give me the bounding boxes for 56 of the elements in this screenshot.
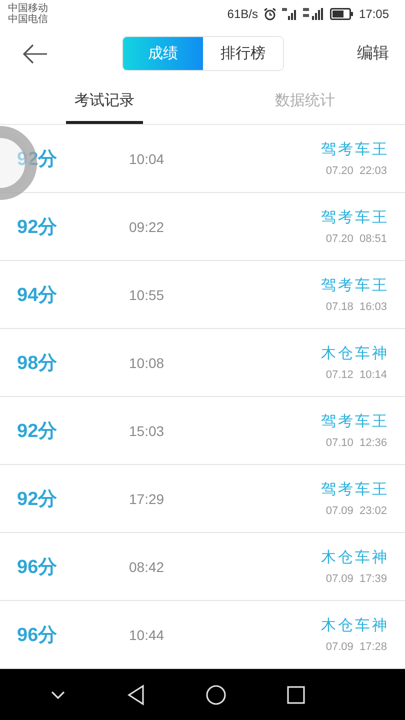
back-arrow-icon[interactable]: [22, 44, 48, 64]
exam-datetime: 07.18 16:03: [326, 301, 387, 314]
rank-title: 驾考车王: [321, 276, 389, 296]
duration: 17:29: [129, 490, 164, 507]
record-row[interactable]: 92分 17:29 驾考车王 07.09 23:02: [0, 465, 405, 534]
carrier-name: 中国电信: [8, 14, 48, 25]
record-row[interactable]: 96分 08:42 木仓车神 07.09 17:39: [0, 533, 405, 602]
score: 94分: [17, 284, 58, 308]
signal-icon: [282, 8, 298, 20]
alarm-icon: [262, 6, 277, 21]
score: 92分: [17, 148, 58, 172]
tab[interactable]: 考试记录: [66, 80, 142, 124]
rank-title: 驾考车王: [321, 140, 389, 160]
record-row[interactable]: 92分 10:04 驾考车王 07.20 22:03: [0, 125, 405, 194]
duration: 15:03: [129, 422, 164, 439]
rank-title: 木仓车神: [321, 616, 389, 636]
duration: 08:42: [129, 558, 164, 575]
exam-datetime: 07.09 17:28: [326, 641, 387, 654]
exam-datetime: 07.12 10:14: [326, 369, 387, 382]
rank-title: 木仓车神: [321, 548, 389, 568]
rank-title: 木仓车神: [321, 344, 389, 364]
score: 92分: [17, 216, 58, 240]
rank-title: 驾考车王: [321, 412, 389, 432]
score: 92分: [17, 420, 58, 444]
exam-datetime: 07.09 17:39: [326, 573, 387, 586]
recents-icon[interactable]: [286, 684, 306, 705]
edit-button[interactable]: 编辑: [357, 43, 389, 64]
clock: 17:05: [358, 6, 389, 21]
signal-icon: [302, 8, 325, 20]
exam-datetime: 07.09 23:02: [326, 505, 387, 518]
exam-datetime: 07.20 22:03: [326, 165, 387, 178]
duration: 10:04: [129, 150, 164, 167]
record-row[interactable]: 92分 15:03 驾考车王 07.10 12:36: [0, 397, 405, 466]
score: 96分: [17, 624, 58, 648]
exam-datetime: 07.20 08:51: [326, 233, 387, 246]
exam-datetime: 07.10 12:36: [326, 437, 387, 450]
segment-tab[interactable]: 成绩: [123, 37, 203, 70]
battery-icon: [330, 8, 354, 20]
chevron-down-icon[interactable]: [49, 688, 68, 701]
back-icon[interactable]: [126, 684, 146, 706]
score: 92分: [17, 488, 58, 512]
network-speed: 61B/s: [227, 6, 258, 21]
duration: 10:44: [129, 626, 164, 643]
record-row[interactable]: 92分 09:22 驾考车王 07.20 08:51: [0, 193, 405, 262]
duration: 09:22: [129, 218, 164, 235]
carrier-name: 中国移动: [8, 2, 48, 14]
score: 98分: [17, 352, 58, 376]
home-icon[interactable]: [204, 684, 227, 706]
record-row[interactable]: 94分 10:55 驾考车王 07.18 16:03: [0, 261, 405, 330]
rank-title: 驾考车王: [321, 480, 389, 500]
rank-title: 驾考车王: [321, 208, 389, 228]
tab[interactable]: 数据统计: [266, 80, 343, 124]
score: 96分: [17, 556, 58, 580]
record-row[interactable]: 98分 10:08 木仓车神 07.12 10:14: [0, 329, 405, 398]
duration: 10:08: [129, 354, 164, 371]
duration: 10:55: [129, 286, 164, 303]
